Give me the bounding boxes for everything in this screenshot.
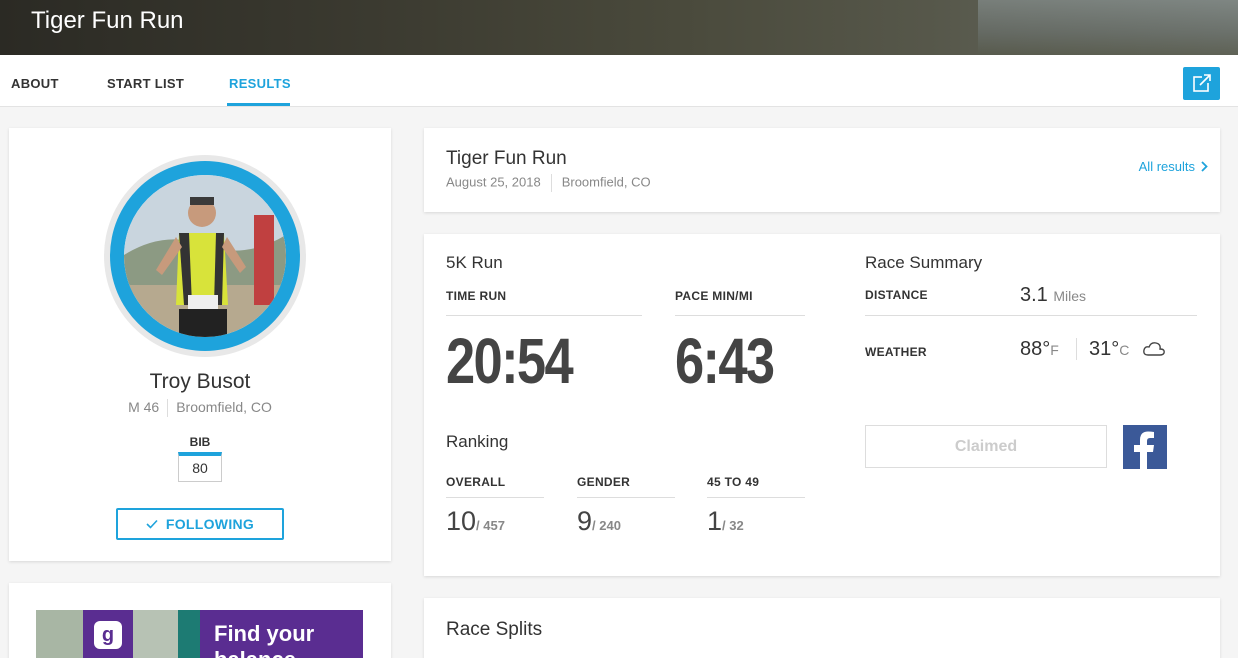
bib-number: 80 xyxy=(178,452,222,482)
time-run-label: TIME RUN xyxy=(446,289,507,303)
rank-gender: 9/ 240 xyxy=(577,506,621,536)
avatar[interactable] xyxy=(104,155,306,357)
distance-label: DISTANCE xyxy=(865,288,928,302)
rank-age-group: 1/ 32 xyxy=(707,506,744,536)
rank-overall: 10/ 457 xyxy=(446,506,505,536)
all-results-link[interactable]: All results xyxy=(1139,159,1208,174)
chevron-right-icon xyxy=(1201,161,1208,172)
distance-value: 3.1 Miles xyxy=(1020,284,1087,306)
tab-start-list[interactable]: START LIST xyxy=(107,76,184,91)
athlete-name: Troy Busot xyxy=(149,370,251,393)
hero-banner: Tiger Fun Run xyxy=(0,0,1238,55)
rank-overall-label: OVERALL xyxy=(446,475,506,489)
tab-about[interactable]: ABOUT xyxy=(11,76,59,91)
bib-label: BIB xyxy=(189,435,211,449)
race-location: Broomfield, CO xyxy=(561,174,651,190)
active-tab-indicator xyxy=(227,103,290,106)
tab-bar: ABOUT START LIST RESULTS xyxy=(0,55,1238,107)
weather-fahrenheit: 88°F xyxy=(1020,338,1059,360)
ranking-title: Ranking xyxy=(446,432,509,451)
race-splits-card: Race Splits xyxy=(424,598,1220,658)
pace-label: PACE MIN/MI xyxy=(675,289,753,303)
race-date: August 25, 2018 xyxy=(446,174,541,190)
athlete-gender-age: M 46 xyxy=(128,399,160,415)
rank-gender-label: GENDER xyxy=(577,475,631,489)
athlete-photo xyxy=(124,175,286,337)
share-icon xyxy=(1193,73,1212,92)
following-label: FOLLOWING xyxy=(165,516,255,532)
ad-banner[interactable]: g Find your balance xyxy=(36,610,363,658)
ad-logo: g xyxy=(94,621,122,649)
athlete-card: Troy Busot M 46 Broomfield, CO BIB 80 FOL… xyxy=(9,128,391,561)
page-title: Tiger Fun Run xyxy=(31,7,184,34)
athlete-meta: M 46 Broomfield, CO xyxy=(9,399,391,418)
pace-value: 6:43 xyxy=(675,325,775,397)
event-name: 5K Run xyxy=(446,253,503,272)
rank-age-group-label: 45 TO 49 xyxy=(707,475,760,489)
race-title: Tiger Fun Run xyxy=(446,148,567,169)
weather-celsius: 31°C xyxy=(1089,338,1130,360)
check-icon xyxy=(146,519,158,529)
cloud-icon xyxy=(1143,342,1165,356)
athlete-location: Broomfield, CO xyxy=(176,399,272,415)
ad-card: g Find your balance xyxy=(9,583,391,658)
race-summary-title: Race Summary xyxy=(865,253,983,272)
race-meta: August 25, 2018 Broomfield, CO xyxy=(446,174,651,192)
facebook-icon xyxy=(1134,431,1154,469)
time-run-value: 20:54 xyxy=(446,325,574,397)
share-button[interactable] xyxy=(1183,67,1220,100)
tab-results[interactable]: RESULTS xyxy=(229,76,291,91)
ad-headline: Find your balance xyxy=(214,621,315,658)
race-info-card: Tiger Fun Run August 25, 2018 Broomfield,… xyxy=(424,128,1220,212)
facebook-share-button[interactable] xyxy=(1123,425,1167,469)
weather-label: WEATHER xyxy=(865,345,927,359)
claimed-button[interactable]: Claimed xyxy=(865,425,1107,468)
race-splits-title: Race Splits xyxy=(446,619,543,640)
result-card: 5K Run TIME RUN 20:54 PACE MIN/MI 6:43 R… xyxy=(424,234,1220,576)
following-button[interactable]: FOLLOWING xyxy=(116,508,284,540)
